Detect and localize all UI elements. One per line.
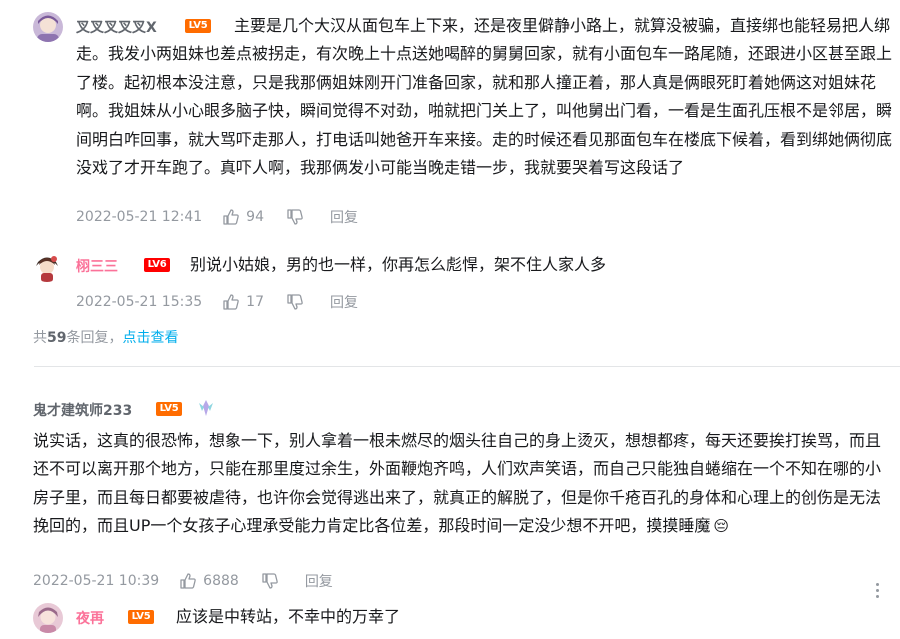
fan-medal-icon: [196, 398, 216, 422]
avatar[interactable]: [32, 252, 62, 282]
like-count: 6888: [203, 573, 239, 589]
thumb-up-icon: [180, 573, 196, 589]
reply-count: 59: [47, 330, 67, 346]
like-button[interactable]: 94: [222, 208, 264, 226]
thumb-up-icon: [223, 294, 239, 310]
view-replies-link[interactable]: 点击查看: [122, 330, 178, 346]
comment-text: 应该是中转站，不幸中的万幸了: [176, 607, 401, 626]
reply-button[interactable]: 回复: [305, 571, 333, 591]
comment-time: 2022-05-21 15:35: [76, 294, 203, 310]
comment-meta: 2022-05-21 12:41 94 回复: [76, 207, 358, 227]
divider: [34, 366, 900, 367]
avatar[interactable]: [33, 603, 63, 633]
comment-text: 别说小姑娘，男的也一样，你再怎么彪悍，架不住人家人多: [190, 255, 607, 274]
comment-text: 说实话，这真的很恐怖，想象一下，别人拿着一根未燃尽的烟头往自己的身上烫灭，想想都…: [33, 431, 882, 536]
dislike-button[interactable]: [286, 208, 304, 226]
thumb-down-icon: [262, 573, 278, 589]
username[interactable]: 栩三三: [76, 256, 118, 276]
level-badge: LV5: [128, 610, 154, 624]
dislike-button[interactable]: [286, 293, 304, 311]
comment-text: 主要是几个大汉从面包车上下来，还是夜里僻静小路上，就算没被骗，直接绑也能轻易把人…: [76, 16, 893, 178]
thumb-down-icon: [287, 209, 303, 225]
username[interactable]: 鬼才建筑师233: [33, 400, 132, 420]
emoji: 😔: [713, 517, 730, 536]
like-count: 17: [246, 294, 264, 310]
comment-meta: 2022-05-21 15:35 17 回复: [76, 292, 358, 312]
dislike-button[interactable]: [261, 572, 279, 590]
comment-meta: 2022-05-21 10:39 6888 回复: [33, 571, 333, 591]
thumb-up-icon: [223, 209, 239, 225]
like-button[interactable]: 6888: [179, 572, 239, 590]
level-badge: LV5: [156, 402, 182, 416]
thumb-down-icon: [287, 294, 303, 310]
comment-time: 2022-05-21 12:41: [76, 209, 203, 225]
comment-time: 2022-05-21 10:39: [33, 573, 160, 589]
more-replies: 共59条回复，点击查看: [33, 330, 179, 346]
username[interactable]: 夜再: [76, 608, 104, 628]
reply-button[interactable]: 回复: [330, 207, 358, 227]
reply-button[interactable]: 回复: [330, 292, 358, 312]
like-count: 94: [246, 209, 264, 225]
more-options-icon[interactable]: [874, 583, 880, 601]
level-badge: LV6: [144, 258, 170, 272]
avatar[interactable]: [33, 12, 63, 42]
like-button[interactable]: 17: [222, 293, 264, 311]
